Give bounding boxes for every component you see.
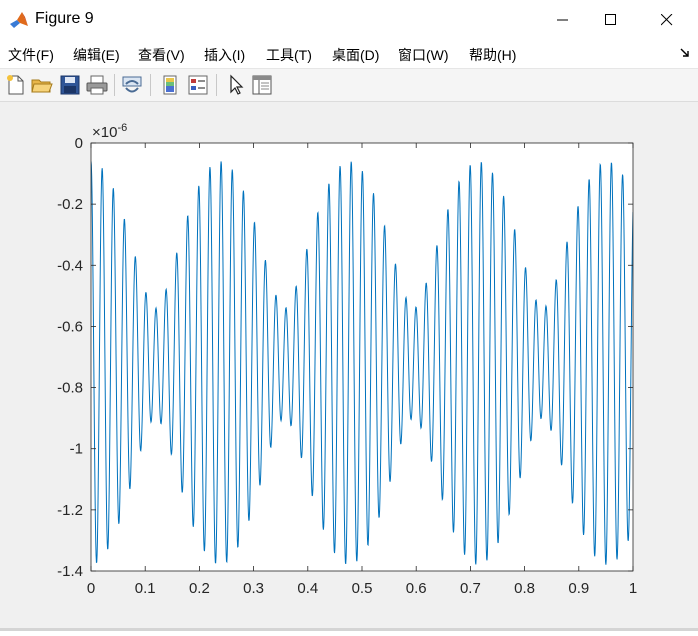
- menu-bar: 文件(F) 编辑(E) 查看(V) 插入(I) 工具(T) 桌面(D) 窗口(W…: [0, 40, 698, 69]
- menu-help[interactable]: 帮助(H): [469, 45, 516, 65]
- y-tick-label: -0.4: [57, 257, 83, 274]
- dock-arrow-icon[interactable]: [680, 48, 690, 58]
- x-tick-label: 0.8: [514, 580, 535, 597]
- minimize-button[interactable]: [536, 0, 590, 40]
- y-tick-label: -1.2: [57, 502, 83, 519]
- axes-background: [91, 143, 633, 571]
- menu-view[interactable]: 查看(V): [138, 45, 185, 65]
- toolbar-separator: [216, 74, 217, 96]
- menu-file[interactable]: 文件(F): [8, 45, 54, 65]
- toolbar-separator: [150, 74, 151, 96]
- menu-window[interactable]: 窗口(W): [398, 45, 449, 65]
- close-icon: [661, 14, 673, 26]
- matlab-logo-icon: [10, 12, 28, 28]
- x-tick-label: 0.2: [189, 580, 210, 597]
- toolbar: [0, 69, 698, 102]
- line-chart[interactable]: 0 0.1 0.2 0.3 0.4 0.5 0.6 0.7 0.8 0.9 1 0 -0.2 -0.4 -0…: [0, 102, 698, 631]
- x-tick-label: 0.3: [243, 580, 264, 597]
- new-figure-icon[interactable]: [4, 73, 28, 97]
- window-title: Figure 9: [35, 10, 94, 27]
- property-inspector-icon[interactable]: [250, 73, 274, 97]
- y-tick-label: -0.2: [57, 196, 83, 213]
- title-bar: Figure 9: [0, 0, 698, 40]
- menu-edit[interactable]: 编辑(E): [73, 45, 120, 65]
- x-tick-label: 0.4: [297, 580, 318, 597]
- legend-icon[interactable]: [186, 73, 210, 97]
- minimize-icon: [557, 19, 568, 21]
- edit-plot-arrow-icon[interactable]: [224, 73, 248, 97]
- link-plot-icon[interactable]: [120, 73, 144, 97]
- maximize-icon: [605, 14, 616, 25]
- x-tick-label: 0.5: [352, 580, 373, 597]
- menu-tools[interactable]: 工具(T): [266, 45, 312, 65]
- figure-canvas: 0 0.1 0.2 0.3 0.4 0.5 0.6 0.7 0.8 0.9 1 0 -0.2 -0.4 -0…: [0, 102, 698, 631]
- menu-insert[interactable]: 插入(I): [204, 45, 245, 65]
- menu-desktop[interactable]: 桌面(D): [332, 45, 379, 65]
- y-tick-label: 0: [75, 135, 83, 152]
- y-tick-label: -1.4: [57, 563, 83, 580]
- colorbar-icon[interactable]: [158, 73, 182, 97]
- y-tick-label: -1: [70, 441, 83, 458]
- open-file-icon[interactable]: [30, 73, 54, 97]
- y-exponent-label: ×10-6: [92, 122, 127, 141]
- x-tick-label: 0.1: [135, 580, 156, 597]
- maximize-button[interactable]: [584, 0, 638, 40]
- x-tick-label: 0.9: [568, 580, 589, 597]
- toolbar-separator: [114, 74, 115, 96]
- save-icon[interactable]: [58, 73, 82, 97]
- close-button[interactable]: [640, 0, 694, 40]
- x-tick-label: 0: [87, 580, 95, 597]
- x-tick-label: 0.7: [460, 580, 481, 597]
- x-tick-label: 1: [629, 580, 637, 597]
- y-tick-label: -0.6: [57, 318, 83, 335]
- y-tick-label: -0.8: [57, 380, 83, 397]
- print-icon[interactable]: [85, 73, 109, 97]
- x-tick-label: 0.6: [406, 580, 427, 597]
